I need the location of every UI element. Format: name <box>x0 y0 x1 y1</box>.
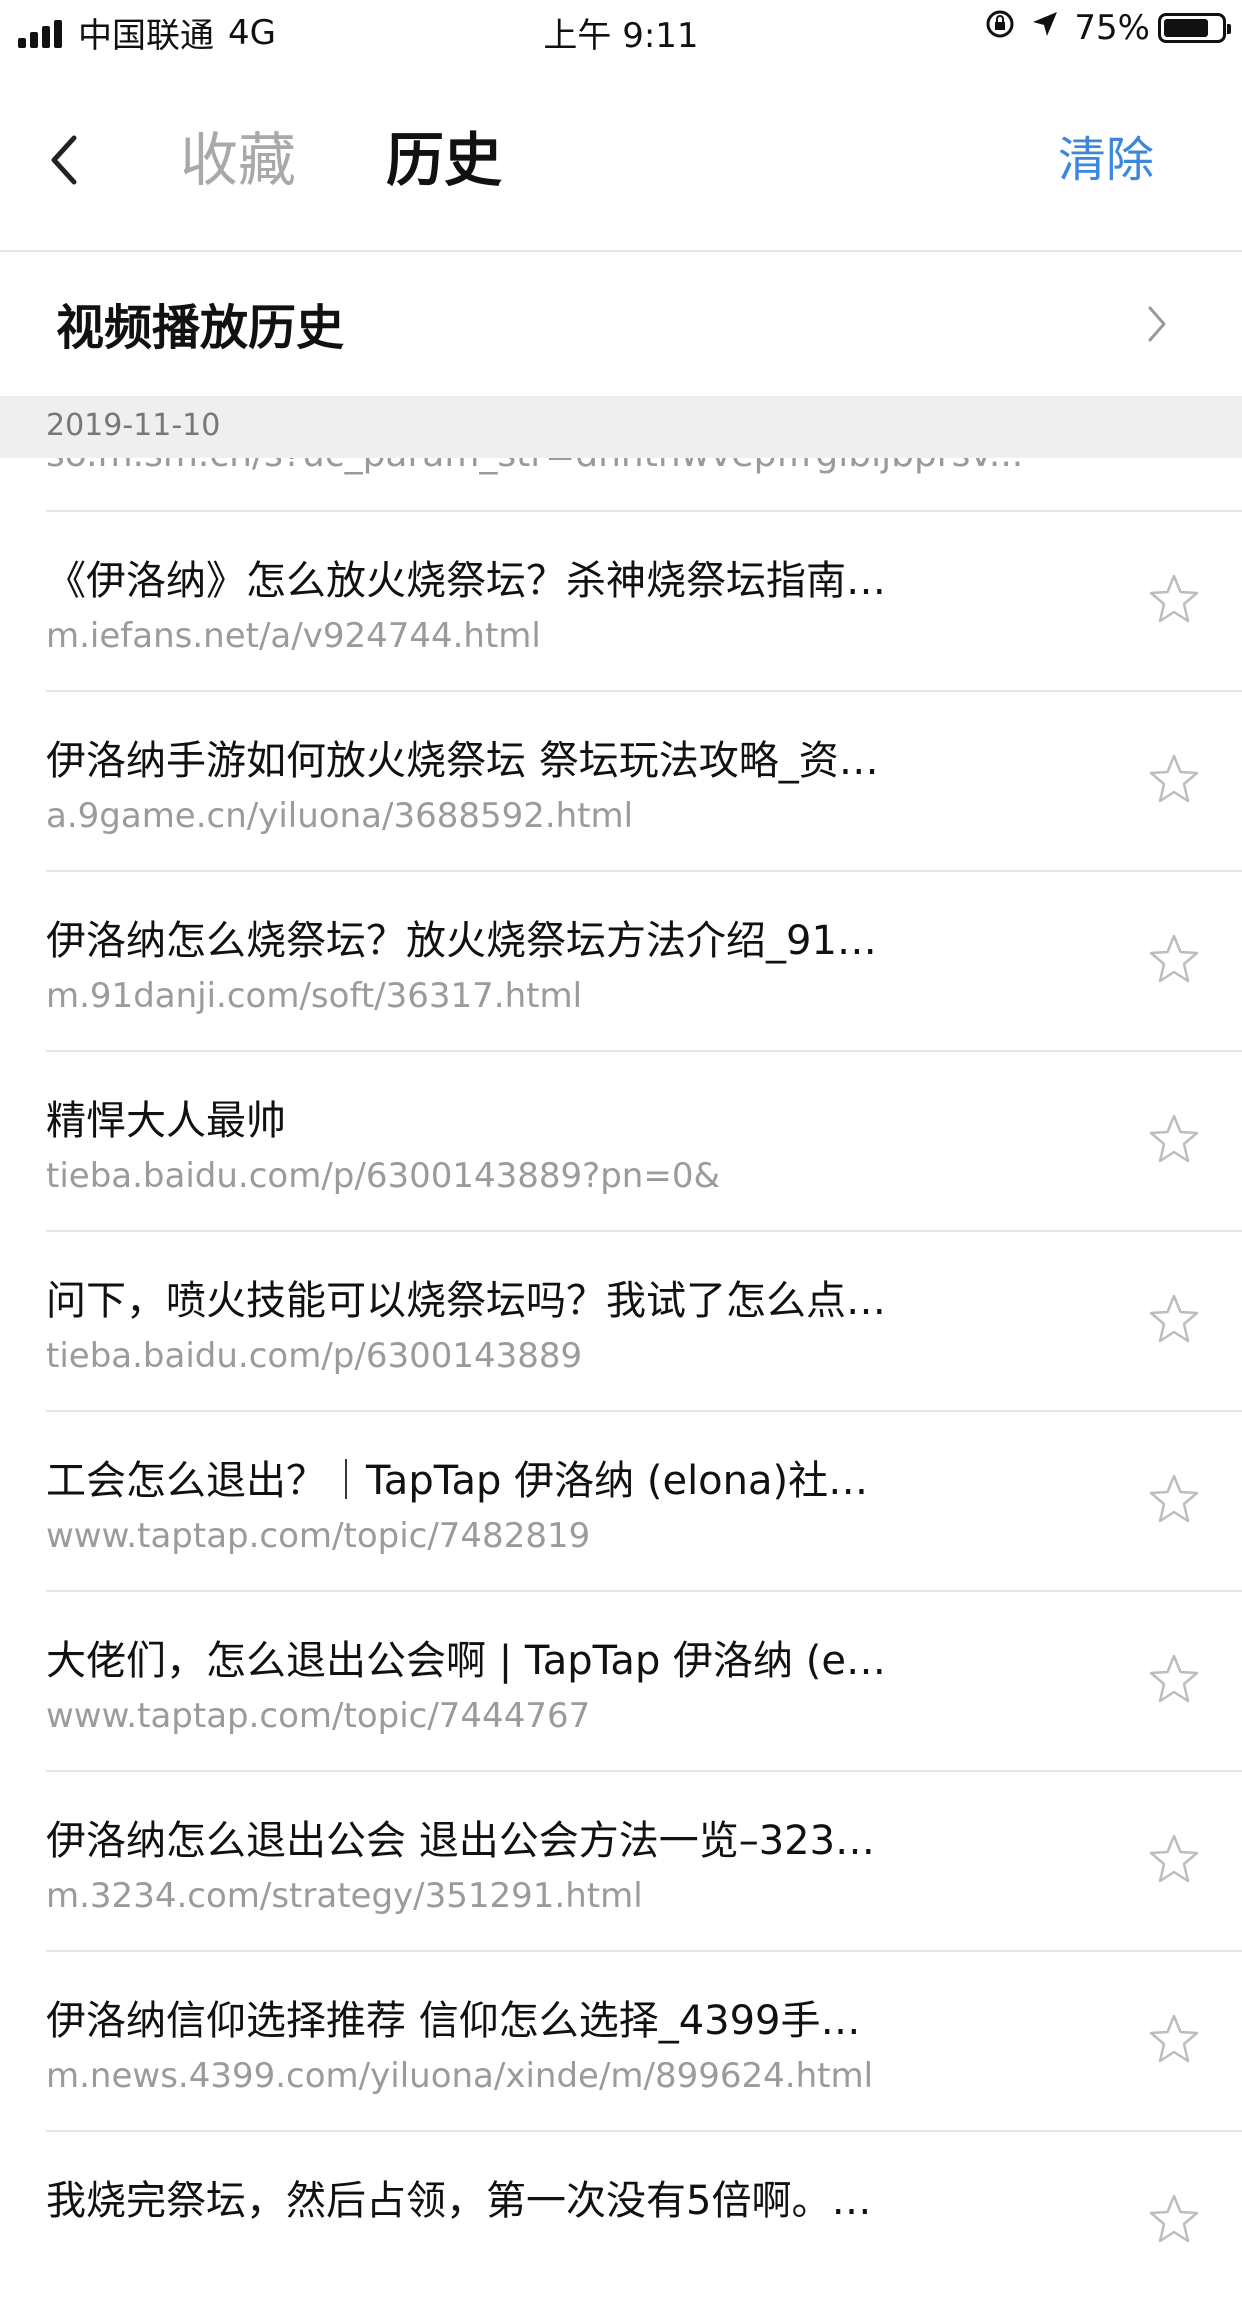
list-item[interactable]: 伊洛纳怎么烧祭坛？放火烧祭坛方法介绍_91… m.91danji.com/sof… <box>0 870 1242 1050</box>
item-url: tieba.baidu.com/p/6300143889 <box>46 1336 583 1376</box>
status-bar: 中国联通 4G 上午 9:11 75% <box>0 0 1242 60</box>
item-title: 伊洛纳怎么退出公会 退出公会方法一览–323… <box>46 1818 876 1864</box>
item-url: m.iefans.net/a/v924744.html <box>46 616 541 656</box>
tab-favorites[interactable]: 收藏 <box>180 120 296 200</box>
item-url: m.news.4399.com/yiluona/xinde/m/899624.h… <box>46 2056 874 2096</box>
clear-button[interactable]: 清除 <box>1058 120 1154 200</box>
item-url: tieba.baidu.com/p/6300143889?pn=0& <box>46 1156 720 1196</box>
list-item[interactable]: 我烧完祭坛，然后占领，第一次没有5倍啊。… <box>0 2130 1242 2310</box>
item-url: m.91danji.com/soft/36317.html <box>46 976 583 1016</box>
back-button[interactable] <box>36 120 96 200</box>
status-right: 75% <box>984 8 1231 48</box>
list-item[interactable]: 《伊洛纳》怎么放火烧祭坛？杀神烧祭坛指南… m.iefans.net/a/v92… <box>0 510 1242 690</box>
item-url: www.taptap.com/topic/7444767 <box>46 1696 591 1736</box>
nav-bar: 收藏 历史 清除 <box>0 100 1242 250</box>
star-icon[interactable] <box>1144 1290 1204 1350</box>
item-title: 《伊洛纳》怎么放火烧祭坛？杀神烧祭坛指南… <box>46 558 886 604</box>
star-icon[interactable] <box>1144 930 1204 990</box>
star-icon[interactable] <box>1144 750 1204 810</box>
item-url: a.9game.cn/yiluona/3688592.html <box>46 796 634 836</box>
chevron-left-icon <box>51 135 77 185</box>
list-item[interactable]: 问下，喷火技能可以烧祭坛吗？我试了怎么点… tieba.baidu.com/p/… <box>0 1230 1242 1410</box>
item-title: 工会怎么退出？｜TapTap 伊洛纳 (elona)社… <box>46 1458 869 1504</box>
date-label: 2019-11-10 <box>46 408 221 443</box>
star-icon[interactable] <box>1144 1830 1204 1890</box>
list-item[interactable]: 工会怎么退出？｜TapTap 伊洛纳 (elona)社… www.taptap.… <box>0 1410 1242 1590</box>
tab-history[interactable]: 历史 <box>386 120 502 200</box>
list-item[interactable]: 伊洛纳信仰选择推荐 信仰怎么选择_4399手… m.news.4399.com/… <box>0 1950 1242 2130</box>
star-icon[interactable] <box>1144 2190 1204 2250</box>
list-item[interactable]: 大佬们，怎么退出公会啊 | TapTap 伊洛纳 (e… www.taptap.… <box>0 1590 1242 1770</box>
star-icon[interactable] <box>1144 570 1204 630</box>
rotation-lock-icon <box>984 8 1016 48</box>
star-icon[interactable] <box>1144 1650 1204 1710</box>
battery-percent: 75% <box>1074 8 1150 48</box>
date-section-header: 2019-11-10 <box>0 396 1242 458</box>
item-title: 大佬们，怎么退出公会啊 | TapTap 伊洛纳 (e… <box>46 1638 886 1684</box>
location-arrow-icon <box>1030 9 1060 47</box>
chevron-right-icon <box>1148 306 1166 342</box>
item-title: 伊洛纳手游如何放火烧祭坛 祭坛玩法攻略_资… <box>46 738 879 784</box>
star-icon[interactable] <box>1144 2010 1204 2070</box>
star-icon[interactable] <box>1144 1110 1204 1170</box>
item-title: 我烧完祭坛，然后占领，第一次没有5倍啊。… <box>46 2178 872 2224</box>
item-title: 伊洛纳信仰选择推荐 信仰怎么选择_4399手… <box>46 1998 861 2044</box>
list-item[interactable]: 伊洛纳手游如何放火烧祭坛 祭坛玩法攻略_资… a.9game.cn/yiluon… <box>0 690 1242 870</box>
item-title: 精悍大人最帅 <box>46 1098 286 1144</box>
history-list: 《伊洛纳》怎么放火烧祭坛？杀神烧祭坛指南… m.iefans.net/a/v92… <box>0 510 1242 2310</box>
list-item[interactable]: 伊洛纳怎么退出公会 退出公会方法一览–323… m.3234.com/strat… <box>0 1770 1242 1950</box>
item-title: 伊洛纳怎么烧祭坛？放火烧祭坛方法介绍_91… <box>46 918 877 964</box>
battery-icon <box>1158 13 1231 43</box>
item-url: www.taptap.com/topic/7482819 <box>46 1516 591 1556</box>
list-item[interactable]: 精悍大人最帅 tieba.baidu.com/p/6300143889?pn=0… <box>0 1050 1242 1230</box>
video-history-label: 视频播放历史 <box>56 300 345 356</box>
video-history-row[interactable]: 视频播放历史 <box>0 252 1242 396</box>
item-url: m.3234.com/strategy/351291.html <box>46 1876 643 1916</box>
item-title: 问下，喷火技能可以烧祭坛吗？我试了怎么点… <box>46 1278 886 1324</box>
star-icon[interactable] <box>1144 1470 1204 1530</box>
